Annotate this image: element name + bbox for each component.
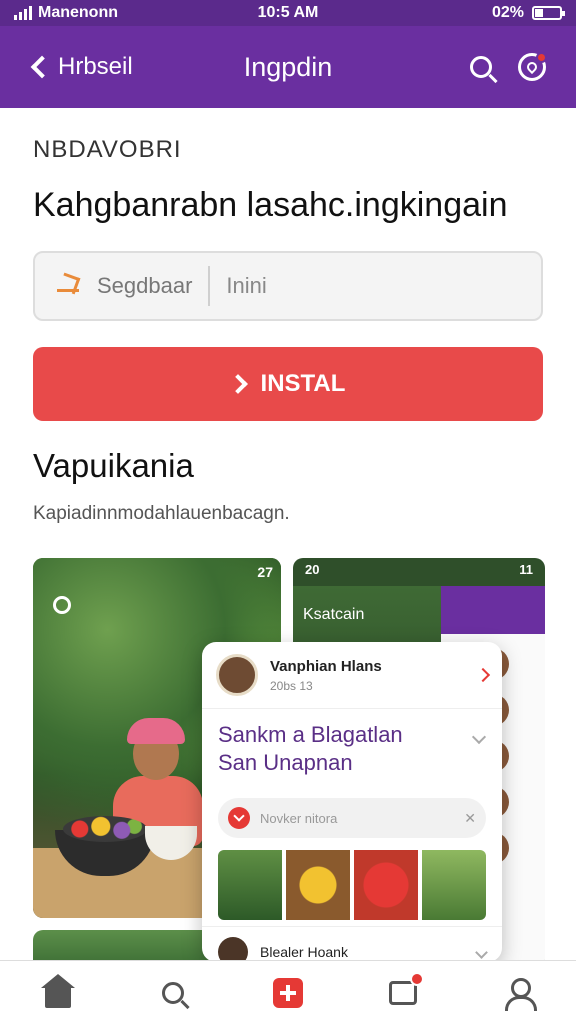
- reply-icon: [228, 807, 250, 829]
- preview-status: 11: [519, 562, 533, 577]
- status-bar: Manenonn 10:5 AM 02%: [0, 0, 576, 26]
- profile-icon: [503, 977, 538, 1011]
- nav-profile[interactable]: [498, 973, 538, 1013]
- post-time: 20bs 13: [270, 678, 313, 693]
- input-divider: [208, 266, 211, 306]
- input-unit: Inini: [226, 273, 267, 298]
- install-button[interactable]: INSTAL: [33, 347, 543, 421]
- battery-icon: [532, 6, 566, 20]
- add-icon: [272, 977, 303, 1008]
- search-input[interactable]: Segdbaar Inini: [33, 251, 543, 321]
- post-card[interactable]: Vanphian Hlans 20bs 13 Sankm a Blagatlan…: [202, 642, 502, 962]
- nav-messages[interactable]: [383, 971, 425, 1013]
- signal-icon: [14, 6, 32, 20]
- search-icon: [161, 981, 184, 1004]
- chevron-right-icon: [227, 374, 248, 394]
- back-label: Hrbseil: [58, 53, 133, 80]
- comment-input[interactable]: Novker nitora ✕: [218, 798, 486, 838]
- messages-icon: [389, 971, 425, 1005]
- nav-add[interactable]: [268, 973, 308, 1013]
- kicker-text: NBDAVOBRI: [33, 136, 182, 163]
- post-title-line2: San Unapnan: [218, 749, 353, 775]
- preview-time: 20: [305, 562, 320, 577]
- chevron-left-icon: [30, 55, 54, 79]
- headline: Kahgbanrabn lasahc.ingkingain: [33, 186, 508, 224]
- home-icon: [40, 973, 75, 1008]
- comment-placeholder: Novker nitora: [260, 810, 338, 826]
- notification-heart-icon[interactable]: [518, 52, 547, 81]
- clock: 10:5 AM: [257, 4, 319, 21]
- bottom-nav: [0, 960, 576, 1024]
- chevron-down-icon[interactable]: [475, 945, 488, 959]
- notification-dot: [536, 52, 547, 63]
- battery-percent: 02%: [491, 4, 525, 21]
- nav-home[interactable]: [38, 973, 78, 1013]
- section-subtitle: Kapiadinnmodahlauenbacagn.: [33, 503, 290, 524]
- carrier-label: Manenonn: [38, 4, 118, 21]
- nav-search[interactable]: [153, 973, 193, 1013]
- post-author[interactable]: Vanphian Hlans: [270, 658, 466, 675]
- chevron-right-icon[interactable]: [475, 667, 491, 683]
- post-title: Sankm a Blagatlan San Unapnan: [218, 721, 486, 776]
- edit-pencil-icon: [55, 273, 81, 299]
- app-header: Hrbseil Ingpdin: [0, 26, 576, 108]
- photo-badge: 27: [257, 564, 273, 580]
- comment-author: Blealer Hoank: [260, 944, 348, 960]
- section-title: Vapuikania: [33, 447, 194, 484]
- avatar[interactable]: [218, 937, 248, 962]
- preview-label: Ksatcain: [303, 606, 365, 623]
- badge-dot: [410, 971, 425, 986]
- back-button[interactable]: Hrbseil: [0, 53, 190, 81]
- search-icon[interactable]: [470, 56, 492, 78]
- install-label: INSTAL: [260, 370, 346, 397]
- input-placeholder: Segdbaar: [97, 273, 193, 298]
- avatar[interactable]: [216, 654, 258, 696]
- page-title: Ingpdin: [243, 51, 333, 82]
- close-icon[interactable]: ✕: [464, 810, 476, 827]
- location-icon: [53, 596, 71, 614]
- post-title-line1: Sankm a Blagatlan: [218, 722, 403, 747]
- post-photo-strip[interactable]: [218, 850, 486, 920]
